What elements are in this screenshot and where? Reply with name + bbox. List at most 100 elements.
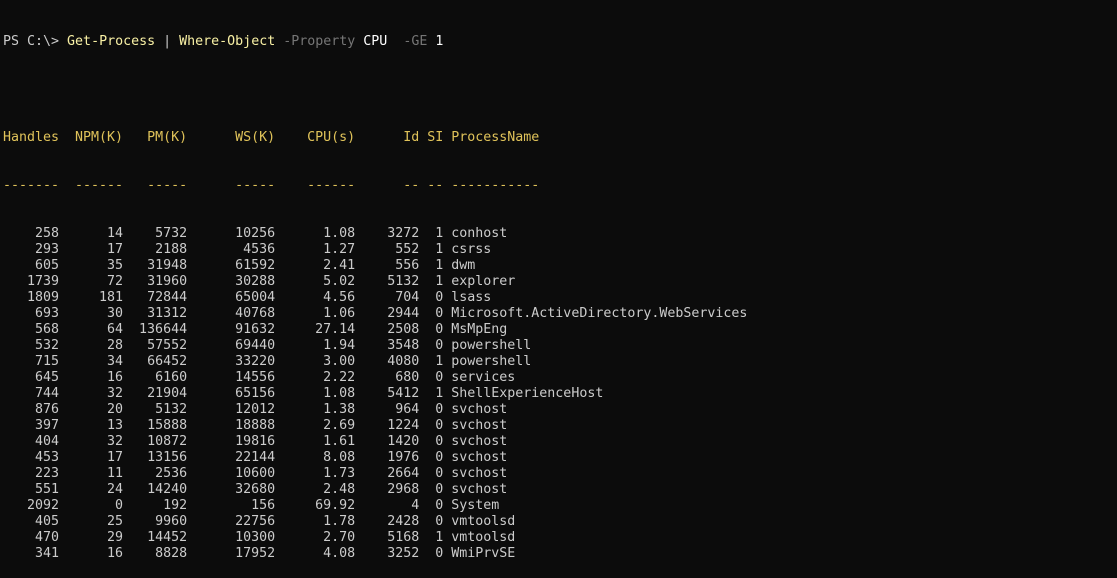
cell-cpu: 1.38 bbox=[323, 402, 356, 417]
header-handles: Handles bbox=[3, 130, 60, 145]
cell-id: 2968 bbox=[387, 482, 420, 497]
argument-value: 1 bbox=[435, 34, 444, 49]
cell-pm: 136644 bbox=[139, 322, 188, 337]
cell-processname: powershell bbox=[451, 354, 532, 369]
cell-id: 2428 bbox=[387, 514, 420, 529]
cell-ws: 19816 bbox=[235, 434, 276, 449]
cell-cpu: 4.56 bbox=[323, 290, 356, 305]
cell-npm: 16 bbox=[107, 370, 124, 385]
cell-ws: 10256 bbox=[235, 226, 276, 241]
cell-npm: 11 bbox=[107, 466, 124, 481]
cell-npm: 72 bbox=[107, 274, 124, 289]
cell-si: 0 bbox=[435, 418, 444, 433]
powershell-console[interactable]: PS C:\> Get-Process | Where-Object -Prop… bbox=[0, 0, 1117, 561]
cell-id: 5412 bbox=[387, 386, 420, 401]
separator-id: -- bbox=[403, 178, 420, 193]
cell-processname: WmiPrvSE bbox=[451, 546, 516, 561]
cell-processname: csrss bbox=[451, 242, 492, 257]
cell-cpu: 27.14 bbox=[315, 322, 356, 337]
cell-processname: services bbox=[451, 370, 516, 385]
cell-pm: 31948 bbox=[147, 258, 188, 273]
cell-ws: 30288 bbox=[235, 274, 276, 289]
table-row: 744 32 21904 65156 1.08 5412 1 ShellExperienceH… bbox=[3, 386, 1117, 402]
cell-pm: 2536 bbox=[155, 466, 188, 481]
separator-npm: ------ bbox=[75, 178, 124, 193]
cell-npm: 32 bbox=[107, 386, 124, 401]
cell-cpu: 69.92 bbox=[315, 498, 356, 513]
header-npm: NPM(K) bbox=[75, 130, 124, 145]
cell-ws: 14556 bbox=[235, 370, 276, 385]
cell-si: 1 bbox=[435, 226, 444, 241]
cell-handles: 453 bbox=[35, 450, 60, 465]
cell-si: 0 bbox=[435, 546, 444, 561]
table-row: 223 11 2536 10600 1.73 2664 0 svchost bbox=[3, 466, 1117, 482]
cell-pm: 5132 bbox=[155, 402, 188, 417]
cell-handles: 715 bbox=[35, 354, 60, 369]
table-row: 693 30 31312 40768 1.06 2944 0 Microsoft.Active… bbox=[3, 306, 1117, 322]
table-row: 1739 72 31960 30288 5.02 5132 1 explorer bbox=[3, 274, 1117, 290]
cell-npm: 20 bbox=[107, 402, 124, 417]
cell-cpu: 1.94 bbox=[323, 338, 356, 353]
cell-handles: 2092 bbox=[27, 498, 60, 513]
table-row: 645 16 6160 14556 2.22 680 0 services bbox=[3, 370, 1117, 386]
cell-handles: 293 bbox=[35, 242, 60, 257]
cell-handles: 693 bbox=[35, 306, 60, 321]
command-line[interactable]: PS C:\> Get-Process | Where-Object -Prop… bbox=[3, 34, 1117, 50]
separator-handles: ------- bbox=[3, 178, 60, 193]
cell-processname: svchost bbox=[451, 434, 508, 449]
cmdlet-where-object: Where-Object bbox=[179, 34, 276, 49]
cell-ws: 18888 bbox=[235, 418, 276, 433]
cell-pm: 72844 bbox=[147, 290, 188, 305]
cell-ws: 69440 bbox=[235, 338, 276, 353]
cell-id: 1976 bbox=[387, 450, 420, 465]
cell-id: 556 bbox=[395, 258, 420, 273]
parameter-ge: -GE bbox=[387, 34, 436, 49]
parameter-property: -Property bbox=[275, 34, 364, 49]
table-row: 876 20 5132 12012 1.38 964 0 svchost bbox=[3, 402, 1117, 418]
cell-processname: svchost bbox=[451, 418, 508, 433]
cell-processname: svchost bbox=[451, 482, 508, 497]
cell-npm: 35 bbox=[107, 258, 124, 273]
cell-si: 0 bbox=[435, 450, 444, 465]
cell-id: 5168 bbox=[387, 530, 420, 545]
cell-handles: 1739 bbox=[27, 274, 60, 289]
cell-si: 0 bbox=[435, 338, 444, 353]
cell-processname: Microsoft.ActiveDirectory.WebServices bbox=[451, 306, 748, 321]
cell-si: 1 bbox=[435, 274, 444, 289]
pipe-operator: | bbox=[155, 34, 180, 49]
cell-ws: 40768 bbox=[235, 306, 276, 321]
cell-handles: 645 bbox=[35, 370, 60, 385]
cell-cpu: 2.70 bbox=[323, 530, 356, 545]
cell-pm: 5732 bbox=[155, 226, 188, 241]
cell-ws: 32680 bbox=[235, 482, 276, 497]
header-cpu: CPU(s) bbox=[307, 130, 356, 145]
cell-id: 2508 bbox=[387, 322, 420, 337]
cell-si: 0 bbox=[435, 402, 444, 417]
cell-pm: 10872 bbox=[147, 434, 188, 449]
cell-id: 5132 bbox=[387, 274, 420, 289]
cell-handles: 551 bbox=[35, 482, 60, 497]
cell-si: 0 bbox=[435, 434, 444, 449]
cell-cpu: 4.08 bbox=[323, 546, 356, 561]
cell-si: 0 bbox=[435, 514, 444, 529]
cell-cpu: 8.08 bbox=[323, 450, 356, 465]
cell-processname: svchost bbox=[451, 450, 508, 465]
cell-processname: dwm bbox=[451, 258, 476, 273]
cell-handles: 470 bbox=[35, 530, 60, 545]
table-row: 715 34 66452 33220 3.00 4080 1 powershell bbox=[3, 354, 1117, 370]
cell-handles: 568 bbox=[35, 322, 60, 337]
cell-si: 1 bbox=[435, 354, 444, 369]
cell-npm: 17 bbox=[107, 242, 124, 257]
cell-si: 0 bbox=[435, 306, 444, 321]
prompt-text: PS C:\> bbox=[3, 34, 68, 49]
cell-cpu: 1.08 bbox=[323, 226, 356, 241]
separator-cpu: ------ bbox=[307, 178, 356, 193]
cell-id: 3252 bbox=[387, 546, 420, 561]
argument-cpu: CPU bbox=[363, 34, 388, 49]
cell-si: 1 bbox=[435, 258, 444, 273]
cell-pm: 15888 bbox=[147, 418, 188, 433]
cell-pm: 21904 bbox=[147, 386, 188, 401]
cell-ws: 22144 bbox=[235, 450, 276, 465]
cell-si: 0 bbox=[435, 370, 444, 385]
cell-id: 1224 bbox=[387, 418, 420, 433]
